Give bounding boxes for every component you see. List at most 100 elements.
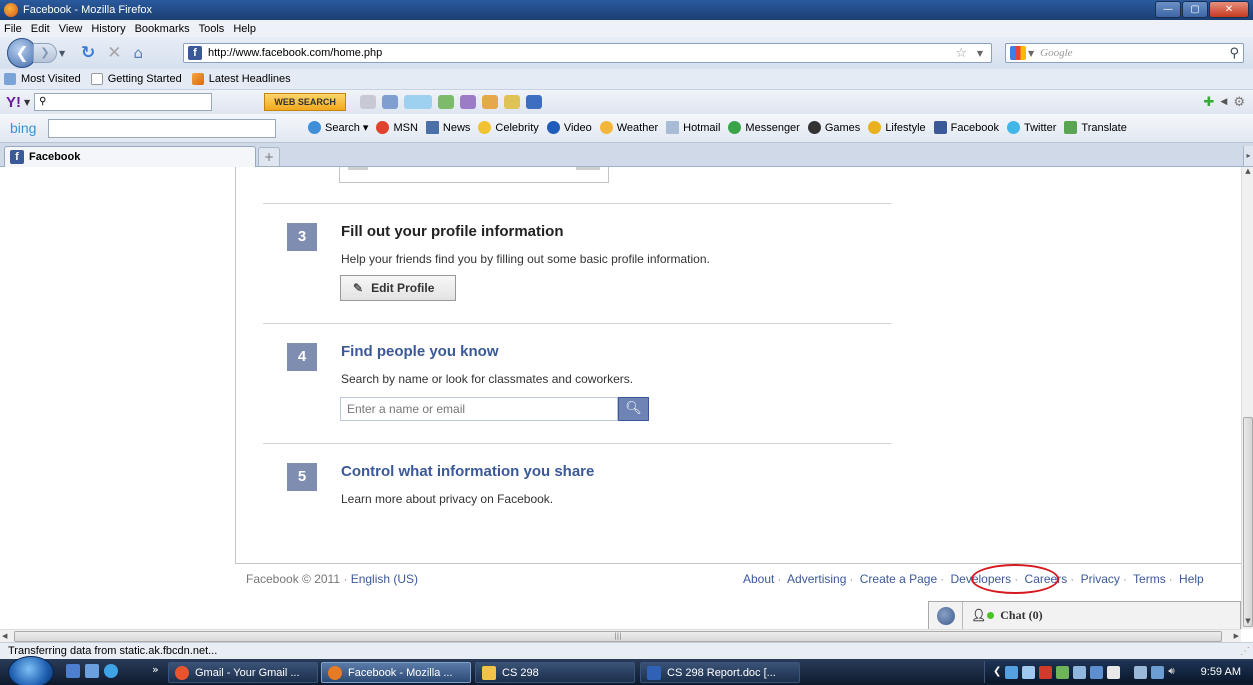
menu-edit[interactable]: Edit (31, 23, 50, 35)
footer-link-help[interactable]: Help (1179, 572, 1204, 586)
yahoo-search-input[interactable]: ⚲ (34, 93, 213, 111)
bing-link-video[interactable]: Video (546, 121, 592, 134)
bing-link-celebrity[interactable]: Celebrity (478, 121, 539, 134)
tab-list-icon[interactable]: ▸ (1243, 146, 1253, 166)
settings-icon[interactable]: ⚙ (1233, 95, 1245, 110)
tab-facebook[interactable]: f Facebook (4, 146, 256, 167)
taskbar-item-report[interactable]: CS 298 Report.doc [... (640, 662, 800, 683)
scroll-up-icon[interactable]: ▲ (1242, 167, 1253, 179)
menu-tools[interactable]: Tools (199, 23, 225, 35)
tray-app-icon[interactable] (1073, 665, 1087, 679)
maximize-button[interactable]: ▢ (1182, 1, 1208, 18)
horizontal-scrollbar[interactable]: ◀ ||| ▶ (0, 629, 1241, 642)
bing-link-msn[interactable]: MSN (376, 121, 418, 134)
bing-search-input[interactable] (48, 118, 277, 138)
language-link[interactable]: English (US) (351, 572, 418, 586)
url-dropdown-icon[interactable]: ▼ (977, 49, 983, 58)
envelope-icon[interactable] (382, 95, 399, 109)
url-bar[interactable]: f http://www.facebook.com/home.php ☆ ▼ (183, 43, 992, 63)
footer-link-create-page[interactable]: Create a Page (860, 572, 937, 586)
home-icon[interactable]: ⌂ (134, 44, 144, 62)
tray-app-icon[interactable] (1022, 665, 1036, 679)
footer-link-advertising[interactable]: Advertising (787, 572, 846, 586)
bing-link-weather[interactable]: Weather (599, 121, 658, 134)
engine-dropdown-icon[interactable]: ▼ (1028, 49, 1034, 58)
volume-icon[interactable] (1107, 665, 1121, 679)
vertical-scrollbar[interactable]: ▲ ▼ (1241, 167, 1253, 629)
footer-link-terms[interactable]: Terms (1133, 572, 1166, 586)
notifications-globe[interactable] (929, 602, 963, 629)
new-tab-button[interactable]: + (258, 147, 280, 166)
bing-link-messenger[interactable]: Messenger (728, 121, 800, 134)
bing-logo[interactable]: bing (10, 120, 36, 136)
tray-expand-icon[interactable]: ❮ (993, 666, 1001, 679)
resize-grip-icon[interactable]: ⋰ (1240, 644, 1250, 660)
vertical-scroll-thumb[interactable] (1243, 417, 1253, 627)
mail-icon[interactable] (360, 95, 377, 109)
taskbar-item-firefox[interactable]: Facebook - Mozilla ... (321, 662, 471, 683)
tray-app-icon[interactable] (1090, 665, 1104, 679)
yahoo-dropdown-icon[interactable]: ▼ (24, 98, 30, 107)
bing-link-translate[interactable]: Translate (1064, 121, 1127, 134)
bookmark-latest-headlines[interactable]: Latest Headlines (191, 73, 291, 85)
chat-bar[interactable]: 👤︎ Chat (0) (928, 601, 1241, 629)
step-title[interactable]: Find people you know (341, 343, 499, 360)
weather-icon[interactable] (404, 95, 433, 109)
footer-link-privacy[interactable]: Privacy (1081, 572, 1120, 586)
taskbar-item-gmail[interactable]: Gmail - Your Gmail ... (168, 662, 318, 683)
bing-link-facebook[interactable]: Facebook (933, 121, 999, 134)
bing-link-hotmail[interactable]: Hotmail (666, 121, 720, 134)
menu-file[interactable]: File (4, 23, 22, 35)
menu-bookmarks[interactable]: Bookmarks (135, 23, 190, 35)
music-icon[interactable] (504, 95, 521, 109)
internet-explorer-icon[interactable] (104, 664, 118, 678)
edit-profile-button[interactable]: ✎ Edit Profile (340, 275, 456, 301)
footer-link-about[interactable]: About (743, 572, 774, 586)
games-icon[interactable] (482, 95, 499, 109)
forward-button[interactable]: ❯ (33, 43, 57, 63)
search-icon[interactable]: ⚲ (1229, 46, 1239, 61)
show-desktop-icon[interactable] (66, 664, 80, 678)
stop-icon[interactable]: ✕ (107, 43, 121, 63)
bing-link-twitter[interactable]: Twitter (1006, 121, 1056, 134)
bing-link-games[interactable]: Games (807, 121, 860, 134)
step-title[interactable]: Control what information you share (341, 463, 594, 480)
bing-link-lifestyle[interactable]: Lifestyle (868, 121, 926, 134)
menu-view[interactable]: View (59, 23, 83, 35)
start-button[interactable] (8, 656, 54, 685)
minimize-button[interactable]: — (1155, 1, 1181, 18)
speaker-icon[interactable]: 🔊︎ (1168, 666, 1174, 679)
quick-launch-overflow-icon[interactable]: » (152, 663, 159, 676)
reload-icon[interactable]: ↻ (81, 43, 95, 63)
find-people-search-button[interactable]: 🔍︎ (618, 397, 649, 421)
search-placeholder[interactable]: Google (1040, 47, 1072, 59)
taskbar-clock[interactable]: 9:59 AM (1201, 666, 1241, 678)
tray-acrobat-icon[interactable] (1039, 665, 1053, 679)
switch-windows-icon[interactable] (85, 664, 99, 678)
web-search-button[interactable]: WEB SEARCH (264, 93, 347, 111)
network-icon[interactable] (1134, 665, 1148, 679)
bing-link-news[interactable]: News (425, 121, 470, 134)
menu-history[interactable]: History (91, 23, 125, 35)
finance-icon[interactable] (438, 95, 455, 109)
find-people-input[interactable]: Enter a name or email (340, 397, 618, 421)
bookmark-star-icon[interactable]: ☆ (955, 46, 967, 61)
url-text[interactable]: http://www.facebook.com/home.php (208, 47, 382, 59)
bing-link-search[interactable]: Search ▾ (308, 121, 368, 134)
bookmark-most-visited[interactable]: Most Visited (4, 73, 81, 85)
chat-button[interactable]: 👤︎ Chat (0) (971, 608, 1043, 623)
scroll-down-icon[interactable]: ▼ (1242, 617, 1253, 629)
history-dropdown-icon[interactable]: ▼ (59, 49, 69, 58)
tray-app-icon[interactable] (1056, 665, 1070, 679)
google-engine-icon[interactable] (1010, 46, 1026, 60)
taskbar-item-cs298[interactable]: CS 298 (475, 662, 635, 683)
messenger-icon[interactable] (460, 95, 477, 109)
menu-help[interactable]: Help (233, 23, 256, 35)
news-icon[interactable] (526, 95, 543, 109)
tray-app-icon[interactable] (1151, 665, 1165, 679)
add-icon[interactable]: ✚ (1204, 95, 1215, 110)
tray-app-icon[interactable] (1005, 665, 1019, 679)
horizontal-scroll-thumb[interactable]: ||| (14, 631, 1222, 642)
bookmark-getting-started[interactable]: Getting Started (90, 73, 182, 85)
yahoo-logo[interactable]: Y! (6, 94, 21, 111)
